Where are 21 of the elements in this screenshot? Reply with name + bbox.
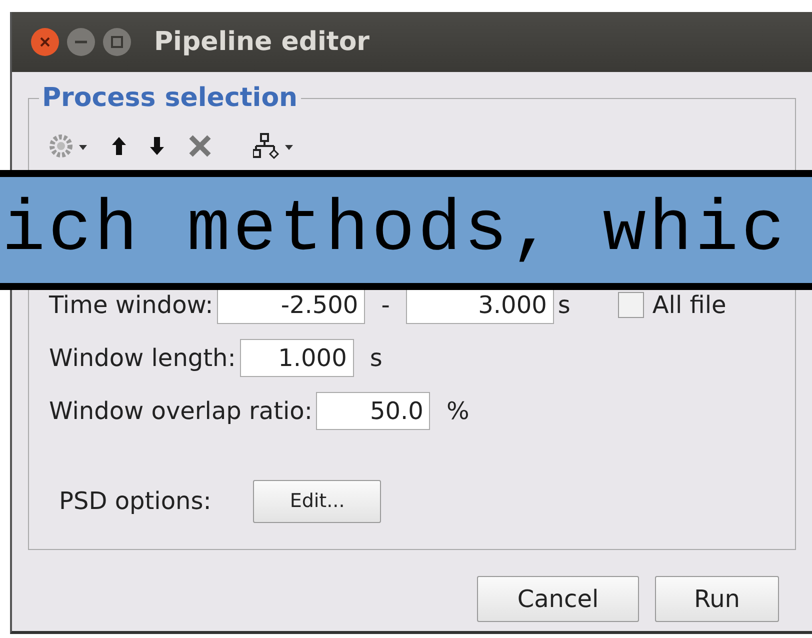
unit-label: s	[558, 290, 570, 321]
close-icon[interactable]	[30, 27, 60, 57]
maximize-icon[interactable]	[102, 27, 132, 57]
unit-label: %	[446, 396, 470, 427]
window-title: Pipeline editor	[154, 26, 370, 58]
field-label: Window overlap ratio:	[49, 396, 312, 427]
cancel-button[interactable]: Cancel	[477, 576, 639, 622]
number-field[interactable]: 1.000	[240, 339, 354, 377]
checkbox-label: All file	[652, 290, 726, 321]
field-label: Time window:	[49, 290, 214, 321]
checkbox[interactable]	[618, 292, 644, 318]
unit-label: s	[370, 343, 382, 374]
run-button[interactable]: Run	[655, 576, 779, 622]
field-label: Window length:	[49, 343, 236, 374]
edit-button[interactable]: Edit...	[253, 480, 382, 522]
number-field[interactable]: 50.0	[316, 392, 430, 430]
tree-dropdown-icon[interactable]	[253, 131, 295, 161]
minimize-icon[interactable]	[66, 27, 96, 57]
separator-text: -	[381, 290, 390, 321]
caption-text: ich methods, whic	[2, 194, 788, 266]
field-label: PSD options:	[59, 486, 212, 517]
